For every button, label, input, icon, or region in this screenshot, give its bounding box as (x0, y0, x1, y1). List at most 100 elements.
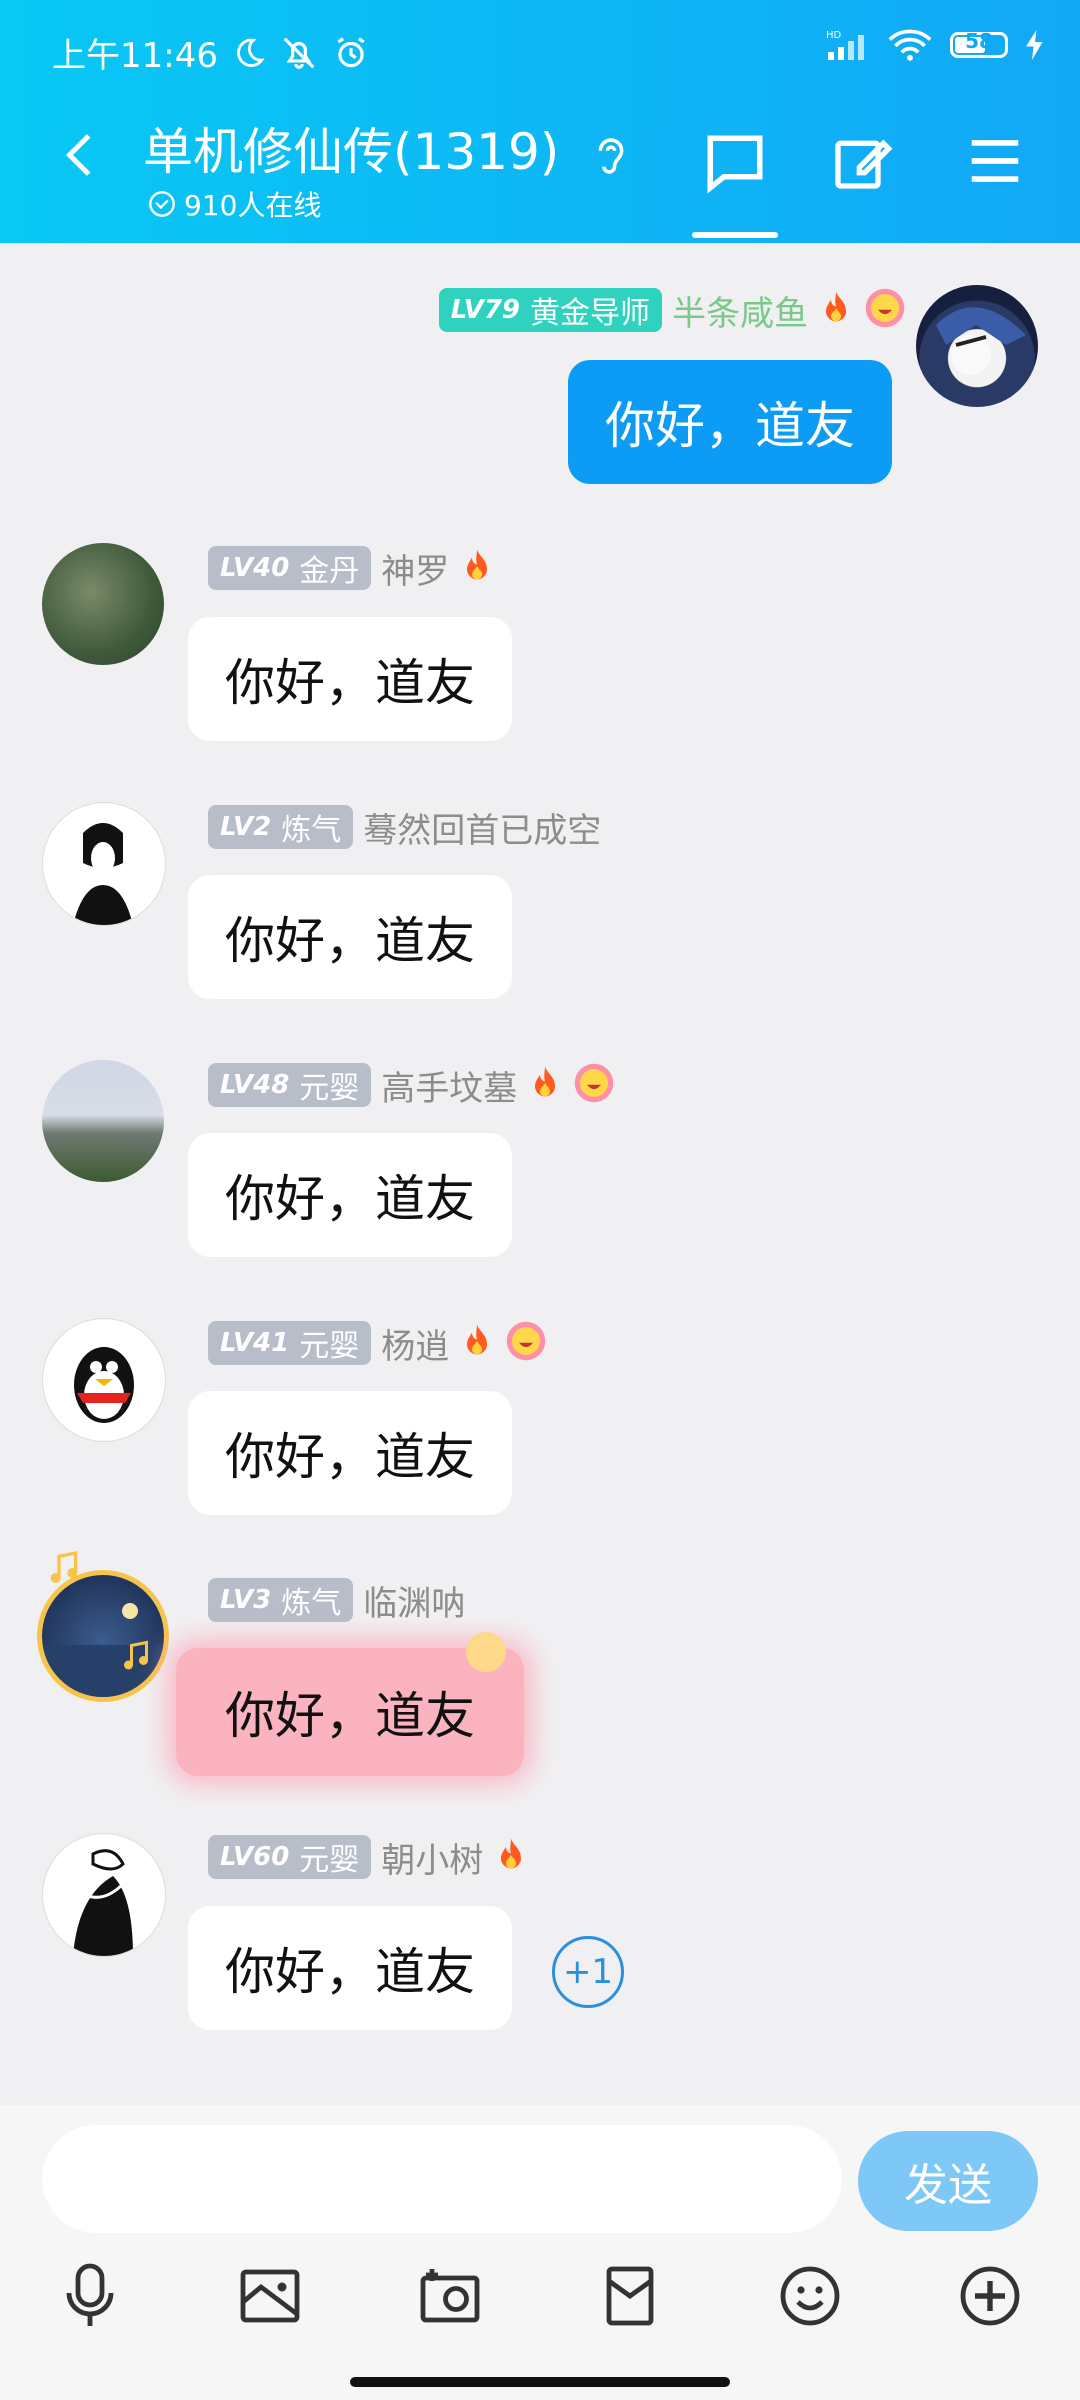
message-bubble[interactable]: 你好，道友 (188, 1391, 512, 1515)
sender-meta: LV41 元婴 杨逍 (208, 1319, 547, 1368)
night-lake-avatar-art (42, 1603, 164, 1697)
rank-title: 元婴 (299, 1843, 360, 1878)
sender-nickname[interactable]: 杨逍 (381, 1319, 449, 1368)
grin-face-icon (573, 1062, 615, 1108)
send-label: 发送 (904, 2160, 992, 2211)
fire-icon (525, 1063, 565, 1107)
camera-icon[interactable] (414, 2260, 486, 2332)
grin-face-icon (864, 287, 906, 333)
sender-meta: LV48 元婴 高手坟墓 (208, 1061, 615, 1110)
avatar[interactable] (916, 285, 1038, 407)
message-bubble-decorated[interactable]: 你好，道友 (176, 1648, 524, 1776)
rank-title: 炼气 (281, 813, 342, 848)
anime-avatar-art (936, 307, 1026, 375)
fire-icon (457, 546, 497, 590)
status-bar-right: HD 58 (824, 28, 1044, 62)
sender-meta: LV2 炼气 蓦然回首已成空 (208, 803, 601, 852)
message-bubble[interactable]: 你好，道友 (188, 1133, 512, 1257)
message-text: 你好，道友 (225, 654, 475, 712)
rank-title: 元婴 (299, 1071, 360, 1106)
sender-meta: LV3 炼气 临渊呐 (208, 1576, 465, 1625)
wifi-icon (888, 29, 932, 61)
edit-icon[interactable] (830, 130, 894, 194)
sender-nickname[interactable]: 临渊呐 (363, 1576, 465, 1625)
level-number: LV2 (220, 812, 272, 842)
back-arrow-icon[interactable] (58, 132, 104, 178)
music-note-icon (124, 1640, 148, 1670)
grin-face-icon (505, 1320, 547, 1366)
avatar[interactable] (42, 802, 166, 926)
message-bubble[interactable]: 你好，道友 (188, 1906, 512, 2030)
avatar[interactable] (42, 543, 164, 665)
message-input[interactable] (42, 2125, 842, 2233)
message-text: 你好，道友 (225, 1943, 475, 2001)
plus-one-button[interactable]: +1 (552, 1936, 624, 2008)
battery-icon: 58 (950, 29, 1008, 58)
status-bar-left: 上午11:46 (52, 28, 370, 77)
mute-bell-icon (283, 37, 315, 69)
message-text: 你好，道友 (225, 1687, 475, 1745)
plus-one-label: +1 (562, 1952, 614, 1992)
message-bubble[interactable]: 你好，道友 (188, 617, 512, 741)
chat-header: 上午11:46 HD 58 单机修仙传(1319) 910人在线 (0, 0, 1080, 243)
plus-icon[interactable] (954, 2260, 1026, 2332)
sender-meta: LV40 金丹 神罗 (208, 544, 497, 593)
status-time: 上午11:46 (52, 36, 218, 76)
active-tab-indicator (692, 232, 778, 238)
rank-title: 黄金导师 (530, 296, 650, 331)
level-number: LV40 (220, 553, 290, 583)
level-number: LV3 (220, 1585, 272, 1615)
network-label: HD (826, 30, 842, 41)
level-number: LV60 (220, 1842, 290, 1872)
rank-title: 炼气 (281, 1586, 342, 1621)
avatar[interactable] (42, 1318, 166, 1442)
red-packet-icon[interactable] (594, 2260, 666, 2332)
chat-tab-icon[interactable] (702, 130, 768, 196)
group-title-text: 单机修仙传(1319) (143, 123, 560, 181)
battery-level: 58 (965, 29, 993, 53)
sender-nickname[interactable]: 蓦然回首已成空 (363, 803, 601, 852)
ink-figure-avatar-art (73, 1849, 133, 1956)
rank-title: 金丹 (299, 554, 360, 589)
rank-title: 元婴 (299, 1329, 360, 1364)
message-bubble-self[interactable]: 你好，道友 (568, 360, 892, 484)
level-badge: LV3 炼气 (208, 1578, 354, 1622)
level-badge: LV48 元婴 (208, 1063, 372, 1107)
home-indicator[interactable] (350, 2377, 730, 2387)
ear-icon[interactable] (593, 133, 629, 179)
message-text: 你好，道友 (225, 1428, 475, 1486)
sender-nickname[interactable]: 半条咸鱼 (672, 286, 808, 335)
sender-meta: LV60 元婴 朝小树 (208, 1833, 531, 1882)
level-badge: LV40 金丹 (208, 546, 372, 590)
sender-nickname[interactable]: 高手坟墓 (381, 1061, 517, 1110)
level-badge: LV60 元婴 (208, 1835, 372, 1879)
message-text: 你好，道友 (225, 1170, 475, 1228)
image-icon[interactable] (234, 2260, 306, 2332)
emoji-icon[interactable] (774, 2260, 846, 2332)
menu-icon[interactable] (964, 130, 1026, 192)
message-text: 你好，道友 (225, 912, 475, 970)
sender-nickname[interactable]: 朝小树 (381, 1833, 483, 1882)
avatar[interactable] (42, 1575, 164, 1697)
bubble-sun-decoration (466, 1632, 506, 1672)
level-number: LV48 (220, 1070, 290, 1100)
message-text: 你好，道友 (605, 397, 855, 455)
group-title: 单机修仙传(1319) (143, 112, 629, 184)
online-count-text: 910人在线 (184, 189, 322, 222)
message-bubble[interactable]: 你好，道友 (188, 875, 512, 999)
charging-icon (1026, 30, 1043, 60)
fire-icon (457, 1321, 497, 1365)
level-badge: LV79 黄金导师 (438, 288, 662, 332)
moon-icon (237, 38, 265, 67)
send-button[interactable]: 发送 (858, 2131, 1038, 2231)
avatar[interactable] (42, 1833, 166, 1957)
sender-nickname[interactable]: 神罗 (381, 544, 449, 593)
fire-icon (816, 288, 856, 332)
avatar[interactable] (42, 1060, 164, 1182)
online-count: 910人在线 (148, 184, 321, 224)
microphone-icon[interactable] (54, 2260, 126, 2332)
check-circle-icon (149, 191, 175, 217)
alarm-icon (337, 36, 365, 67)
fire-icon (491, 1835, 531, 1879)
input-bar: 发送 (0, 2105, 1080, 2400)
